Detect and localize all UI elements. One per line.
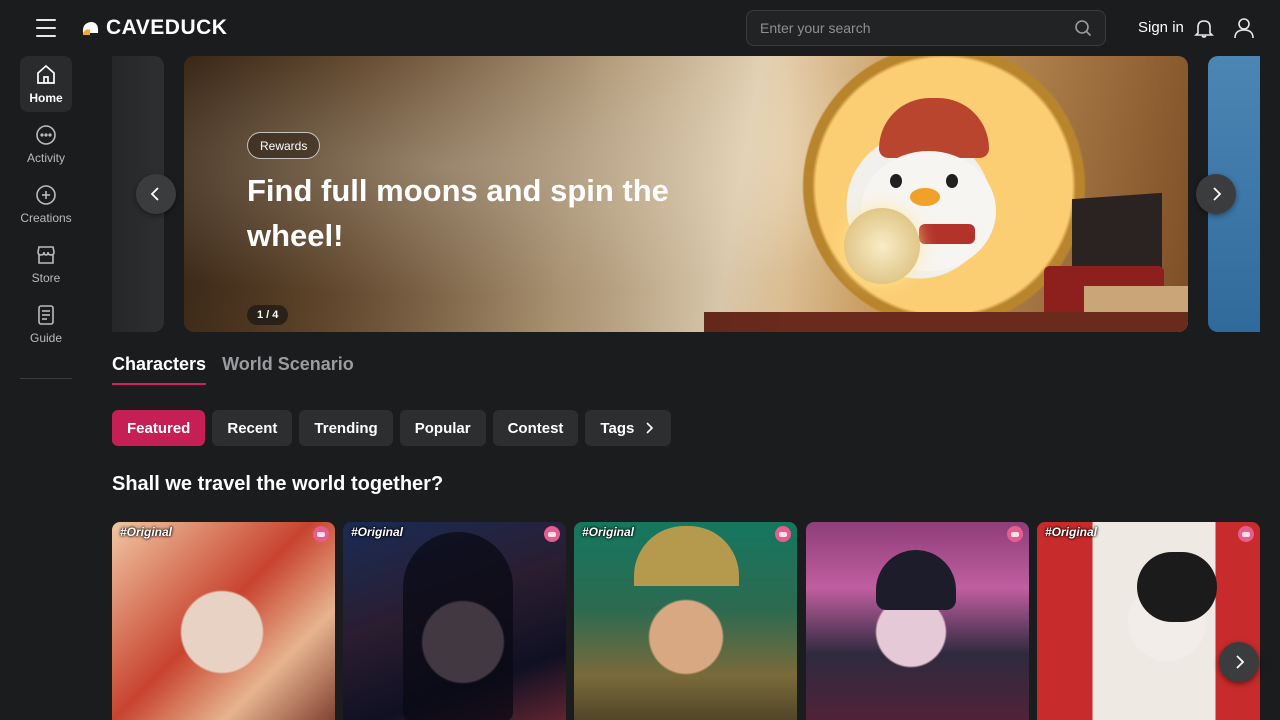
tab-characters[interactable]: Characters [112, 354, 207, 385]
chat-badge-icon [775, 526, 791, 542]
nav-label: Guide [29, 331, 63, 345]
filter-tags[interactable]: Tags [585, 410, 672, 446]
filter-label: Featured [127, 419, 191, 437]
character-card[interactable]: #Original [1037, 522, 1260, 720]
bell-icon[interactable] [1193, 17, 1215, 39]
filter-trending[interactable]: Trending [299, 410, 393, 446]
search-icon[interactable] [1073, 18, 1093, 38]
card-illustration [1137, 552, 1217, 622]
nav-label: Creations [20, 211, 72, 225]
content-tabs: Characters World Scenario [112, 354, 354, 385]
logo-text: CAVEDUCK [106, 16, 228, 39]
nav-label: Store [31, 271, 61, 285]
store-icon [37, 246, 55, 264]
hero-carousel: Rewards Find full moons and spin the whe… [112, 56, 1260, 332]
card-tag: #Original [120, 525, 173, 539]
card-illustration [876, 550, 956, 610]
filter-contest[interactable]: Contest [492, 410, 579, 446]
card-tag: #Original [582, 525, 635, 539]
search-input[interactable] [747, 20, 1073, 36]
search-bar [746, 10, 1106, 46]
filter-label: Tags [600, 419, 635, 437]
top-bar: CAVEDUCK Sign in [0, 0, 1280, 56]
hamburger-menu-icon[interactable] [34, 16, 58, 40]
card-illustration [403, 532, 513, 720]
chevron-left-icon [150, 187, 159, 201]
nav-item-home[interactable]: Home [20, 56, 72, 112]
filter-featured[interactable]: Featured [112, 410, 206, 446]
filter-label: Popular [414, 419, 471, 437]
character-card-row: #Original #Original #Original #Original [112, 522, 1260, 720]
chat-badge-icon [544, 526, 560, 542]
character-card[interactable] [806, 522, 1029, 720]
card-tag: #Original [1045, 525, 1098, 539]
character-card[interactable]: #Original [574, 522, 797, 720]
sign-in-link[interactable]: Sign in [1138, 19, 1184, 36]
nav-item-activity[interactable]: Activity [20, 116, 72, 172]
character-card[interactable]: #Original [343, 522, 566, 720]
filter-label: Trending [314, 419, 378, 437]
nav-divider [20, 378, 72, 379]
banner-headline: Find full moons and spin the wheel! [247, 173, 669, 253]
filter-recent[interactable]: Recent [212, 410, 293, 446]
character-card[interactable]: #Original [112, 522, 335, 720]
filter-label: Contest [507, 419, 564, 437]
chevron-right-icon [1213, 187, 1222, 201]
carousel-prev-button[interactable] [136, 174, 176, 214]
chat-badge-icon [1007, 526, 1023, 542]
filter-popular[interactable]: Popular [399, 410, 486, 446]
chat-bubble-icon [36, 125, 56, 145]
banner-badge: Rewards [247, 132, 321, 159]
home-icon [37, 64, 55, 84]
duck-logo-icon [82, 22, 99, 35]
carousel-next-button[interactable] [1196, 174, 1236, 214]
user-icon[interactable] [1233, 16, 1255, 40]
card-illustration [634, 526, 739, 586]
hero-banner[interactable]: Rewards Find full moons and spin the whe… [184, 56, 1188, 332]
filter-label: Recent [227, 419, 278, 437]
tab-world-scenario[interactable]: World Scenario [222, 354, 354, 385]
nav-item-guide[interactable]: Guide [20, 296, 72, 352]
chevron-right-icon [646, 422, 654, 434]
nav-item-creations[interactable]: Creations [20, 176, 72, 232]
side-nav: Home Activity Creations Store Guide [20, 56, 72, 379]
chevron-right-icon [1236, 655, 1245, 669]
nav-label: Activity [26, 151, 65, 165]
plus-circle-icon [36, 185, 56, 205]
nav-label: Home [29, 91, 63, 105]
cards-next-button[interactable] [1219, 642, 1259, 682]
section-title: Shall we travel the world together? [112, 473, 444, 495]
chat-badge-icon [313, 526, 329, 542]
logo[interactable]: CAVEDUCK [80, 16, 227, 40]
book-icon [38, 305, 54, 325]
slide-pager: 1 / 4 [247, 305, 289, 325]
card-tag: #Original [351, 525, 404, 539]
chat-badge-icon [1238, 526, 1254, 542]
filter-chips: Featured Recent Trending Popular Contest… [112, 410, 672, 446]
nav-item-store[interactable]: Store [20, 236, 72, 292]
